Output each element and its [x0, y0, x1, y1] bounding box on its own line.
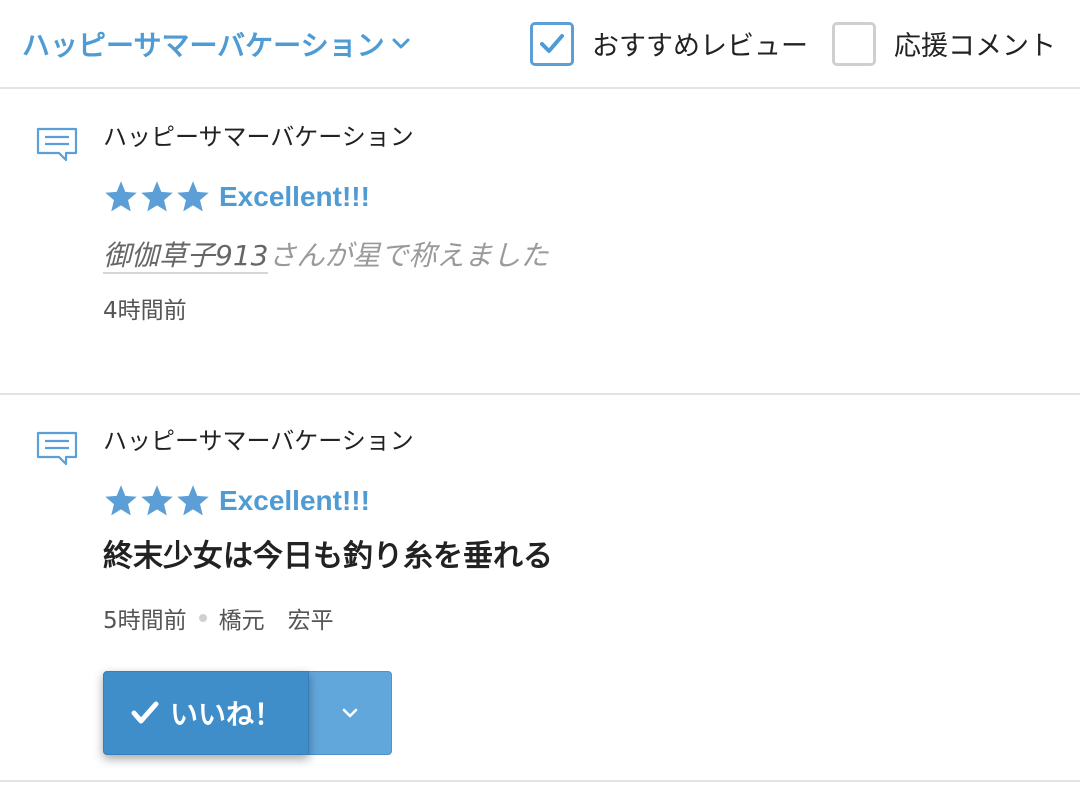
- rating: Excellent!!!: [103, 483, 1080, 519]
- like-button-label: いいね！: [169, 698, 282, 731]
- timestamp: 4時間前: [103, 298, 187, 324]
- check-icon: [540, 33, 564, 53]
- author-link[interactable]: 橋元 宏平: [219, 601, 334, 635]
- recommended-reviews-checkbox[interactable]: [530, 21, 574, 66]
- star-icon: [141, 485, 173, 516]
- rating: Excellent!!!: [103, 179, 1080, 215]
- star-icon: [177, 485, 209, 516]
- filter-group: おすすめレビュー 応援コメント: [506, 21, 1056, 66]
- feed-item: ハッピーサマーバケーション Excellent!!! 御伽草子913さんが星で称…: [0, 89, 1080, 395]
- timestamp: 5時間前: [103, 608, 187, 634]
- series-select-label: ハッピーサマーバケーション: [22, 28, 385, 62]
- review-feed-page: ハッピーサマーバケーション おすすめレビュー 応援コメント ハッピーサマーバケー…: [0, 0, 1080, 789]
- comment-icon: [36, 431, 78, 466]
- star-icon: [105, 485, 137, 516]
- check-icon: [131, 701, 159, 724]
- star-rating: [103, 179, 211, 215]
- support-comments-checkbox[interactable]: [832, 21, 876, 66]
- feed-header: ハッピーサマーバケーション おすすめレビュー 応援コメント: [0, 0, 1080, 89]
- book-title-link[interactable]: 終末少女は今日も釣り糸を垂れる: [103, 537, 1080, 577]
- activity-text: 御伽草子913さんが星で称えました: [103, 237, 1080, 275]
- chevron-down-icon: [392, 38, 410, 48]
- separator-dot: [198, 614, 207, 622]
- activity-message: さんが星で称えました: [268, 239, 549, 272]
- filter-support-comments[interactable]: 応援コメント: [832, 21, 1056, 66]
- rating-label: Excellent!!!: [219, 485, 370, 516]
- feed-item: ハッピーサマーバケーション Excellent!!! 終末少女は今日も釣り糸を垂…: [0, 395, 1080, 782]
- user-link[interactable]: 御伽草子913: [103, 239, 269, 274]
- star-icon: [177, 181, 209, 212]
- comment-icon: [36, 127, 78, 162]
- filter-recommended-reviews[interactable]: おすすめレビュー: [530, 21, 808, 66]
- support-comments-label: 応援コメント: [894, 31, 1056, 62]
- series-title-link[interactable]: ハッピーサマーバケーション: [103, 425, 1080, 457]
- series-select-dropdown[interactable]: ハッピーサマーバケーション: [22, 24, 411, 64]
- rating-label: Excellent!!!: [219, 181, 370, 212]
- like-button[interactable]: いいね！: [103, 671, 309, 755]
- item-meta: 5時間前 橋元 宏平: [103, 601, 1080, 635]
- star-icon: [141, 181, 173, 212]
- chevron-down-icon: [342, 708, 358, 718]
- recommended-reviews-label: おすすめレビュー: [592, 31, 808, 62]
- star-icon: [105, 181, 137, 212]
- like-button-group: いいね！: [103, 671, 1080, 755]
- like-options-dropdown[interactable]: [309, 671, 392, 755]
- series-title-link[interactable]: ハッピーサマーバケーション: [103, 121, 1080, 153]
- star-rating: [103, 483, 211, 519]
